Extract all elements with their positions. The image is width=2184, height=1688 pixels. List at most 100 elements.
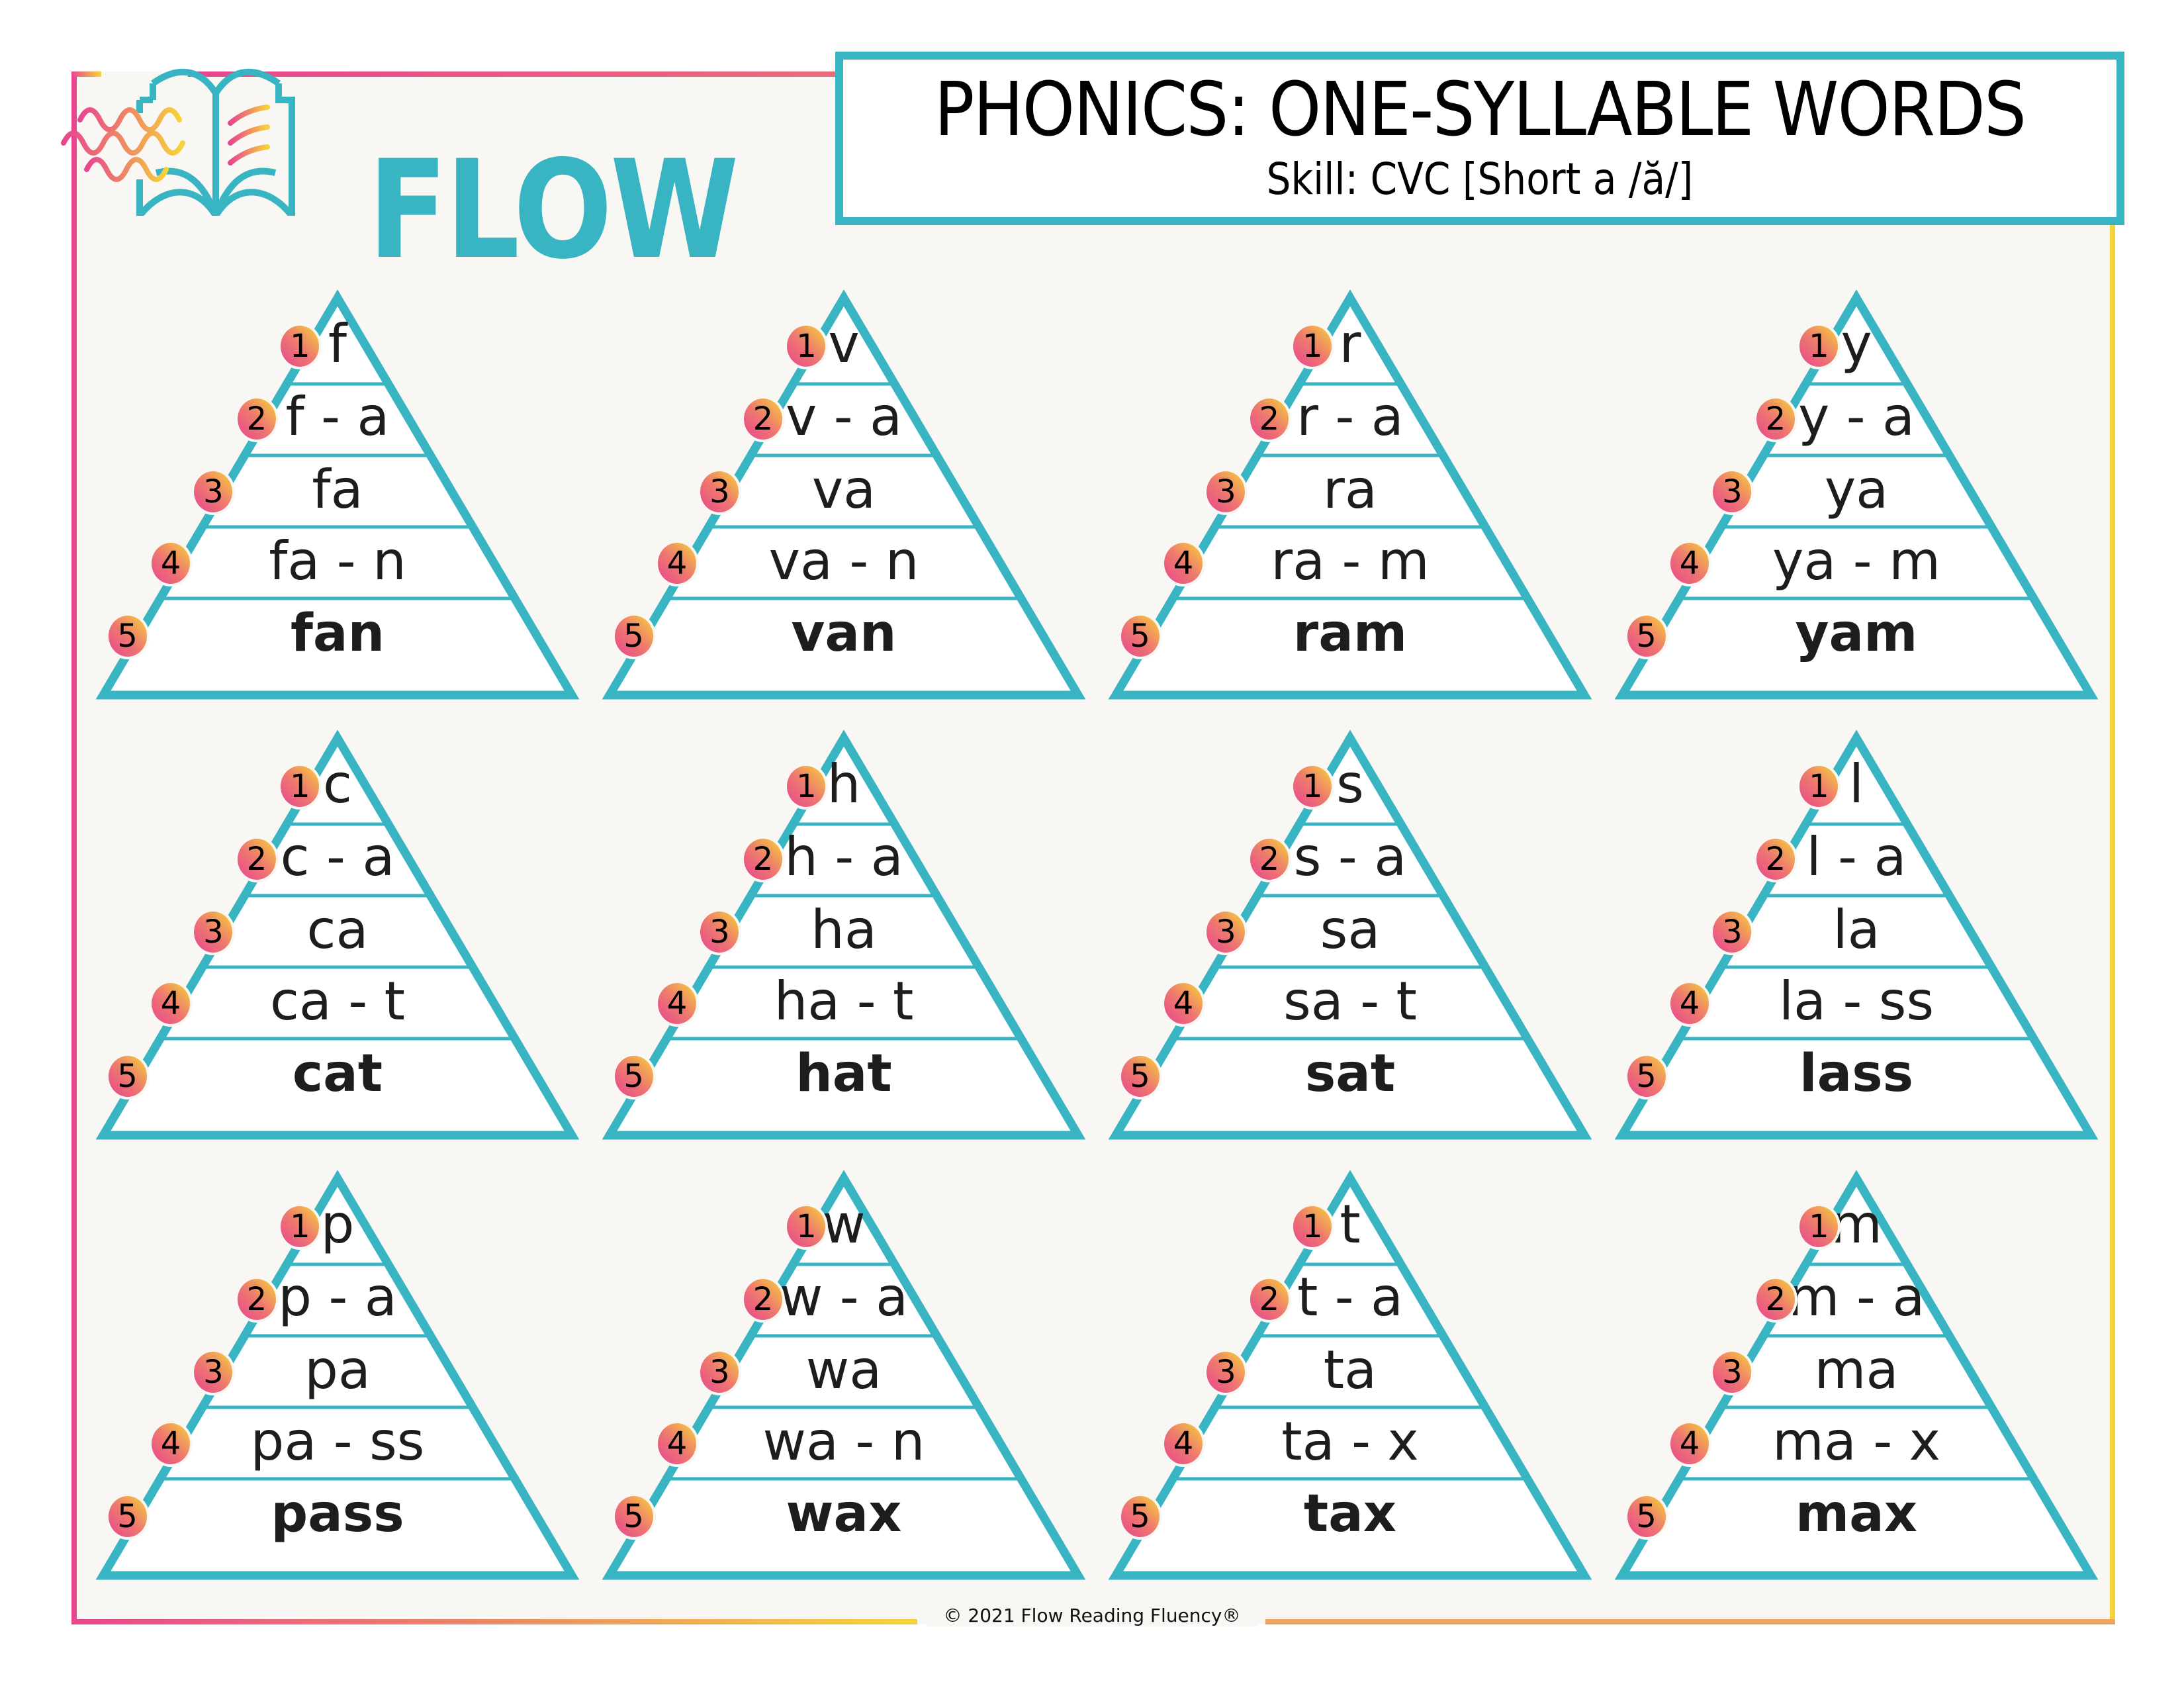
step-number-badge: 1 — [278, 323, 322, 369]
target-word: ram — [1293, 604, 1408, 663]
step-number-badge: 5 — [1624, 1053, 1668, 1100]
step-number-badge: 3 — [1204, 1349, 1248, 1395]
phonics-step: wa - n — [762, 1411, 925, 1472]
phonics-step: s - a — [1293, 826, 1407, 888]
step-number-badge: 4 — [1161, 540, 1206, 586]
step-number-badge: 1 — [1291, 1203, 1335, 1250]
step-number-badge: 3 — [698, 1349, 742, 1395]
step-number-badge: 4 — [655, 1421, 700, 1467]
step-number-badge: 4 — [655, 980, 700, 1027]
phonics-step: l — [1848, 753, 1864, 815]
word-pyramid: r1r - a 2 ra 3 ra - m 4 ram 5 — [1105, 285, 1595, 708]
step-number-badge: 4 — [1668, 1421, 1712, 1467]
step-number-badge: 2 — [1753, 396, 1797, 442]
phonics-step: w — [822, 1194, 866, 1255]
phonics-step: ya - m — [1772, 530, 1941, 592]
step-number-badge: 2 — [1247, 836, 1291, 882]
phonics-step: w - a — [779, 1266, 909, 1328]
phonics-step: sa - t — [1283, 970, 1417, 1032]
step-number-badge: 2 — [741, 396, 785, 442]
step-number-badge: 2 — [234, 836, 279, 882]
target-word: tax — [1303, 1484, 1397, 1544]
phonics-step: ha - t — [774, 970, 914, 1032]
phonics-step: f — [328, 313, 347, 375]
step-number-badge: 1 — [1797, 323, 1841, 369]
target-word: max — [1795, 1484, 1918, 1544]
target-word: wax — [786, 1484, 902, 1544]
phonics-step: t — [1340, 1194, 1361, 1255]
skill-subtitle: Skill: CVC [Short a /ă/] — [1266, 154, 1694, 205]
step-number-badge: 2 — [1753, 1276, 1797, 1323]
logo-wordmark: FLOW — [368, 132, 739, 289]
step-number-badge: 1 — [784, 1203, 829, 1250]
word-pyramid: l1l - a 2 la 3 la - ss 4 lass 5 — [1612, 725, 2101, 1149]
step-number-badge: 1 — [278, 1203, 322, 1250]
step-number-badge: 5 — [1118, 1053, 1162, 1100]
title-box: PHONICS: ONE-SYLLABLE WORDS Skill: CVC [… — [835, 52, 2124, 225]
step-number-badge: 4 — [1161, 980, 1206, 1027]
step-number-badge: 4 — [149, 980, 193, 1027]
page-title: PHONICS: ONE-SYLLABLE WORDS — [934, 67, 2026, 153]
step-number-badge: 3 — [1204, 909, 1248, 955]
step-number-badge: 4 — [655, 540, 700, 586]
word-pyramid: s1s - a 2 sa 3 sa - t 4 sat 5 — [1105, 725, 1595, 1149]
step-number-badge: 5 — [612, 613, 656, 659]
phonics-step: pa - ss — [250, 1411, 425, 1472]
step-number-badge: 2 — [741, 1276, 785, 1323]
word-pyramid: v1v - a 2 va 3 va - n 4 van 5 — [599, 285, 1089, 708]
step-number-badge: 4 — [1668, 980, 1712, 1027]
step-number-badge: 4 — [149, 1421, 193, 1467]
word-pyramid: p1p - a 2 pa 3 pa - ss 4 pass 5 — [93, 1165, 582, 1589]
phonics-step: v - a — [785, 386, 903, 447]
phonics-step: h - a — [784, 826, 903, 888]
phonics-step: v — [828, 313, 860, 375]
step-number-badge: 4 — [1161, 1421, 1206, 1467]
phonics-step: m — [1831, 1194, 1882, 1255]
step-number-badge: 1 — [1797, 1203, 1841, 1250]
phonics-step: t - a — [1297, 1266, 1404, 1328]
phonics-step: c — [323, 753, 352, 815]
step-number-badge: 5 — [105, 1493, 150, 1540]
phonics-step: r — [1339, 313, 1361, 375]
step-number-badge: 3 — [191, 1349, 236, 1395]
step-number-badge: 4 — [1668, 540, 1712, 586]
target-word: pass — [271, 1484, 404, 1544]
step-number-badge: 1 — [278, 763, 322, 810]
step-number-badge: 3 — [1204, 469, 1248, 515]
phonics-step: f - a — [285, 386, 390, 447]
step-number-badge: 5 — [1624, 1493, 1668, 1540]
phonics-step: fa - n — [269, 530, 406, 592]
target-word: yam — [1795, 604, 1918, 663]
phonics-step: y — [1841, 313, 1872, 375]
target-word: lass — [1799, 1044, 1914, 1103]
step-number-badge: 3 — [1710, 1349, 1754, 1395]
step-number-badge: 5 — [1624, 613, 1668, 659]
step-number-badge: 3 — [1710, 909, 1754, 955]
step-number-badge: 5 — [612, 1053, 656, 1100]
word-pyramid: m1m - a 2 ma 3 ma - x 4 max 5 — [1612, 1165, 2101, 1589]
word-pyramid: c1c - a 2 ca 3 ca - t 4 cat 5 — [93, 725, 582, 1149]
phonics-step: p — [320, 1194, 355, 1255]
step-number-badge: 2 — [1753, 836, 1797, 882]
phonics-step: ca - t — [269, 970, 406, 1032]
step-number-badge: 4 — [149, 540, 193, 586]
target-word: fan — [290, 604, 385, 663]
step-number-badge: 3 — [191, 469, 236, 515]
step-number-badge: 2 — [234, 1276, 279, 1323]
step-number-badge: 1 — [1291, 763, 1335, 810]
target-word: hat — [796, 1044, 892, 1103]
phonics-step: s — [1336, 753, 1364, 815]
phonics-step: r - a — [1297, 386, 1404, 447]
target-word: van — [791, 604, 897, 663]
step-number-badge: 1 — [1797, 763, 1841, 810]
phonics-step: ra - m — [1271, 530, 1430, 592]
step-number-badge: 1 — [784, 763, 829, 810]
step-number-badge: 2 — [741, 836, 785, 882]
phonics-step: l - a — [1806, 826, 1907, 888]
step-number-badge: 5 — [105, 613, 150, 659]
phonics-step: ma - x — [1772, 1411, 1941, 1472]
phonics-step: va - n — [768, 530, 919, 592]
step-number-badge: 1 — [784, 323, 829, 369]
step-number-badge: 3 — [698, 469, 742, 515]
word-pyramid: w1w - a 2 wa 3 wa - n 4 wax 5 — [599, 1165, 1089, 1589]
